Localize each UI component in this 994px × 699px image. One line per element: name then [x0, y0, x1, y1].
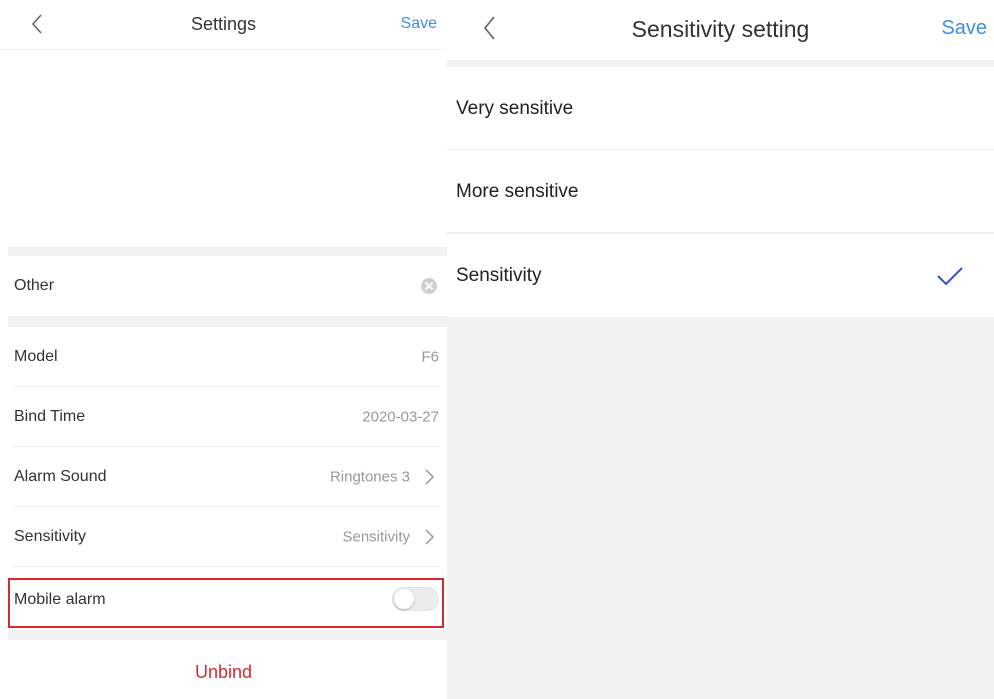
sensitivity-row[interactable]: Sensitivity Sensitivity	[0, 507, 447, 567]
highlight-box	[8, 578, 444, 628]
settings-header: Settings Save	[0, 0, 447, 50]
option-label: Very sensitive	[456, 97, 574, 119]
sensitivity-value: Sensitivity	[342, 528, 410, 546]
page-title: Settings	[190, 14, 257, 34]
mobile-alarm-toggle[interactable]	[392, 587, 439, 611]
section-divider	[447, 60, 994, 67]
bind-time-value: 2020-03-27	[362, 408, 439, 426]
option-label: More sensitive	[456, 180, 579, 202]
clear-icon[interactable]	[421, 278, 437, 294]
option-more-sensitive[interactable]: More sensitive	[447, 150, 994, 233]
model-value: F6	[421, 348, 439, 366]
save-button[interactable]: Save	[941, 17, 987, 40]
section-divider	[8, 247, 447, 256]
page-title: Sensitivity setting	[631, 16, 810, 42]
sensitivity-header: Sensitivity setting Save	[447, 0, 994, 60]
divider	[447, 232, 994, 233]
option-very-sensitive[interactable]: Very sensitive	[447, 67, 994, 150]
other-row[interactable]: Other	[0, 256, 447, 316]
bind-time-row: Bind Time 2020-03-27	[0, 387, 447, 447]
alarm-sound-row[interactable]: Alarm Sound Ringtones 3	[0, 447, 447, 507]
option-label: Sensitivity	[456, 264, 542, 286]
sensitivity-label: Sensitivity	[14, 528, 87, 545]
chevron-right-icon	[422, 468, 436, 486]
bind-time-label: Bind Time	[14, 408, 86, 425]
section-divider	[8, 630, 447, 640]
divider	[14, 566, 439, 567]
unbind-button[interactable]: Unbind	[0, 650, 447, 695]
sensitivity-screen: Sensitivity setting Save Very sensitive …	[447, 0, 994, 699]
checkmark-icon	[936, 265, 964, 287]
save-button[interactable]: Save	[401, 15, 437, 33]
other-label: Other	[14, 277, 55, 294]
model-row: Model F6	[0, 327, 447, 387]
toggle-knob	[394, 589, 414, 609]
alarm-sound-label: Alarm Sound	[14, 468, 107, 485]
alarm-sound-value: Ringtones 3	[329, 468, 410, 486]
option-sensitivity[interactable]: Sensitivity	[447, 234, 994, 317]
section-divider	[8, 316, 447, 327]
chevron-right-icon	[422, 528, 436, 546]
settings-screen: Settings Save Other Model F6 Bind Time 2…	[0, 0, 447, 699]
model-label: Model	[14, 348, 58, 365]
